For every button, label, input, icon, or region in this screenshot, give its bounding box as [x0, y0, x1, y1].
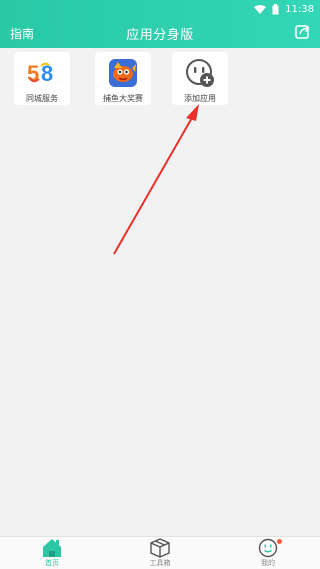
tab-home[interactable]: 首页 [27, 537, 77, 569]
app-tile-local-services[interactable]: 5 8 同城服务 [14, 52, 70, 105]
fish-game-icon [107, 57, 139, 89]
toolbox-icon [150, 538, 170, 558]
tab-profile[interactable]: 我的 [243, 537, 293, 569]
home-icon [43, 539, 61, 557]
share-icon[interactable] [295, 24, 310, 39]
add-app-icon [184, 57, 216, 89]
58-logo-icon: 5 8 [26, 57, 58, 89]
battery-icon [272, 3, 279, 14]
app-label: 捕鱼大奖赛 [103, 94, 143, 103]
app-tile-fishing-game[interactable]: 捕鱼大奖赛 [95, 52, 151, 105]
app-label: 同城服务 [26, 94, 58, 103]
wifi-icon [254, 4, 267, 14]
tab-label: 我的 [261, 559, 275, 567]
tab-label: 首页 [45, 559, 59, 567]
status-time: 11:38 [285, 3, 314, 15]
bottom-tab-bar: 首页 工具箱 我的 [0, 536, 320, 569]
add-app-button[interactable]: 添加应用 [172, 52, 228, 105]
profile-face-icon [258, 538, 278, 558]
status-bar: 11:38 [254, 2, 314, 16]
page-title: 应用分身版 [126, 28, 194, 43]
notification-badge [277, 539, 282, 544]
tab-toolbox[interactable]: 工具箱 [135, 537, 185, 569]
app-grid: 5 8 同城服务 捕鱼大奖赛 添加应用 [0, 48, 320, 108]
tab-label: 工具箱 [149, 559, 171, 567]
app-label: 添加应用 [184, 94, 216, 103]
app-header: 11:38 指南 应用分身版 [0, 0, 320, 48]
